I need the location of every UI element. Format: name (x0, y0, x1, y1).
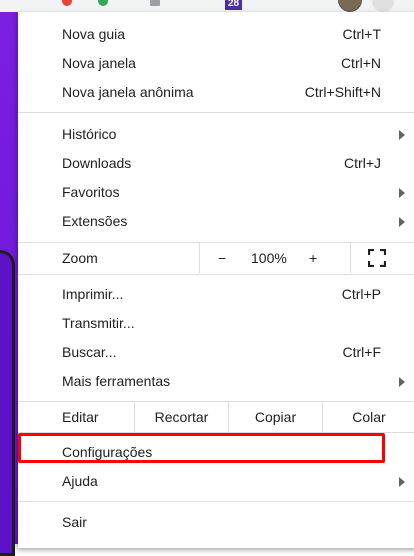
menu-item-shortcut: Ctrl+P (341, 286, 381, 302)
extension-icon[interactable] (98, 0, 108, 6)
menu-item-downloads[interactable]: Downloads Ctrl+J (18, 149, 414, 178)
submenu-arrow-icon (399, 477, 405, 487)
menu-item-shortcut: Ctrl+Shift+N (304, 84, 381, 100)
menu-item-bookmarks[interactable]: Favoritos (18, 178, 414, 207)
settings-highlight-box (18, 433, 385, 463)
menu-item-label: Buscar... (62, 344, 117, 360)
edit-label: Editar (62, 409, 99, 425)
menu-item-label: Nova guia (62, 26, 126, 42)
browser-toolbar: 28 (0, 0, 414, 12)
extension-icon[interactable] (62, 0, 72, 6)
menu-item-more-tools[interactable]: Mais ferramentas (18, 367, 414, 396)
zoom-controls: − 100% + (199, 243, 351, 273)
zoom-row: Zoom − 100% + (18, 243, 414, 273)
menu-item-label: Extensões (62, 213, 128, 229)
background-phone-image (0, 250, 15, 556)
menu-item-label: Mais ferramentas (62, 373, 171, 389)
more-menu-button[interactable] (372, 0, 394, 12)
menu-item-new-window[interactable]: Nova janela Ctrl+N (18, 49, 414, 78)
menu-item-print[interactable]: Imprimir... Ctrl+P (18, 280, 414, 309)
menu-item-cast[interactable]: Transmitir... (18, 309, 414, 338)
menu-item-label: Sair (62, 514, 87, 530)
menu-item-label: Imprimir... (62, 286, 124, 302)
cut-button[interactable]: Recortar (134, 402, 228, 432)
menu-item-shortcut: Ctrl+F (342, 344, 382, 360)
menu-item-extensions[interactable]: Extensões (18, 207, 414, 236)
submenu-arrow-icon (399, 188, 405, 198)
zoom-out-button[interactable]: − (218, 243, 226, 273)
fullscreen-icon[interactable] (368, 249, 386, 267)
menu-item-find[interactable]: Buscar... Ctrl+F (18, 338, 414, 367)
menu-item-label: Favoritos (62, 184, 120, 200)
menu-item-shortcut: Ctrl+N (340, 55, 381, 71)
extension-badge[interactable]: 28 (225, 0, 243, 10)
menu-item-history[interactable]: Histórico (18, 120, 414, 149)
zoom-label: Zoom (62, 250, 98, 266)
submenu-arrow-icon (399, 217, 405, 227)
menu-item-new-tab[interactable]: Nova guia Ctrl+T (18, 20, 414, 49)
menu-item-incognito-window[interactable]: Nova janela anônima Ctrl+Shift+N (18, 78, 414, 107)
menu-item-help[interactable]: Ajuda (18, 467, 414, 496)
edit-row: Editar Recortar Copiar Colar (18, 402, 414, 432)
menu-separator (18, 501, 414, 502)
menu-separator (18, 112, 414, 113)
submenu-arrow-icon (399, 377, 405, 387)
menu-item-shortcut: Ctrl+J (344, 155, 381, 171)
menu-item-label: Nova janela (62, 55, 136, 71)
extension-icon[interactable] (150, 0, 160, 6)
menu-item-label: Histórico (62, 126, 117, 142)
chrome-main-menu: Nova guia Ctrl+T Nova janela Ctrl+N Nova… (18, 12, 414, 548)
zoom-level: 100% (251, 250, 287, 266)
copy-button[interactable]: Copiar (228, 402, 322, 432)
menu-item-label: Downloads (62, 155, 132, 171)
zoom-in-button[interactable]: + (309, 243, 317, 273)
menu-item-label: Nova janela anônima (62, 84, 194, 100)
menu-separator (18, 274, 414, 275)
menu-item-exit[interactable]: Sair (18, 508, 414, 537)
paste-button[interactable]: Colar (322, 402, 414, 432)
menu-item-label: Ajuda (62, 473, 98, 489)
menu-item-label: Transmitir... (62, 315, 135, 331)
menu-item-shortcut: Ctrl+T (342, 26, 382, 42)
profile-avatar[interactable] (338, 0, 362, 12)
submenu-arrow-icon (399, 130, 405, 140)
